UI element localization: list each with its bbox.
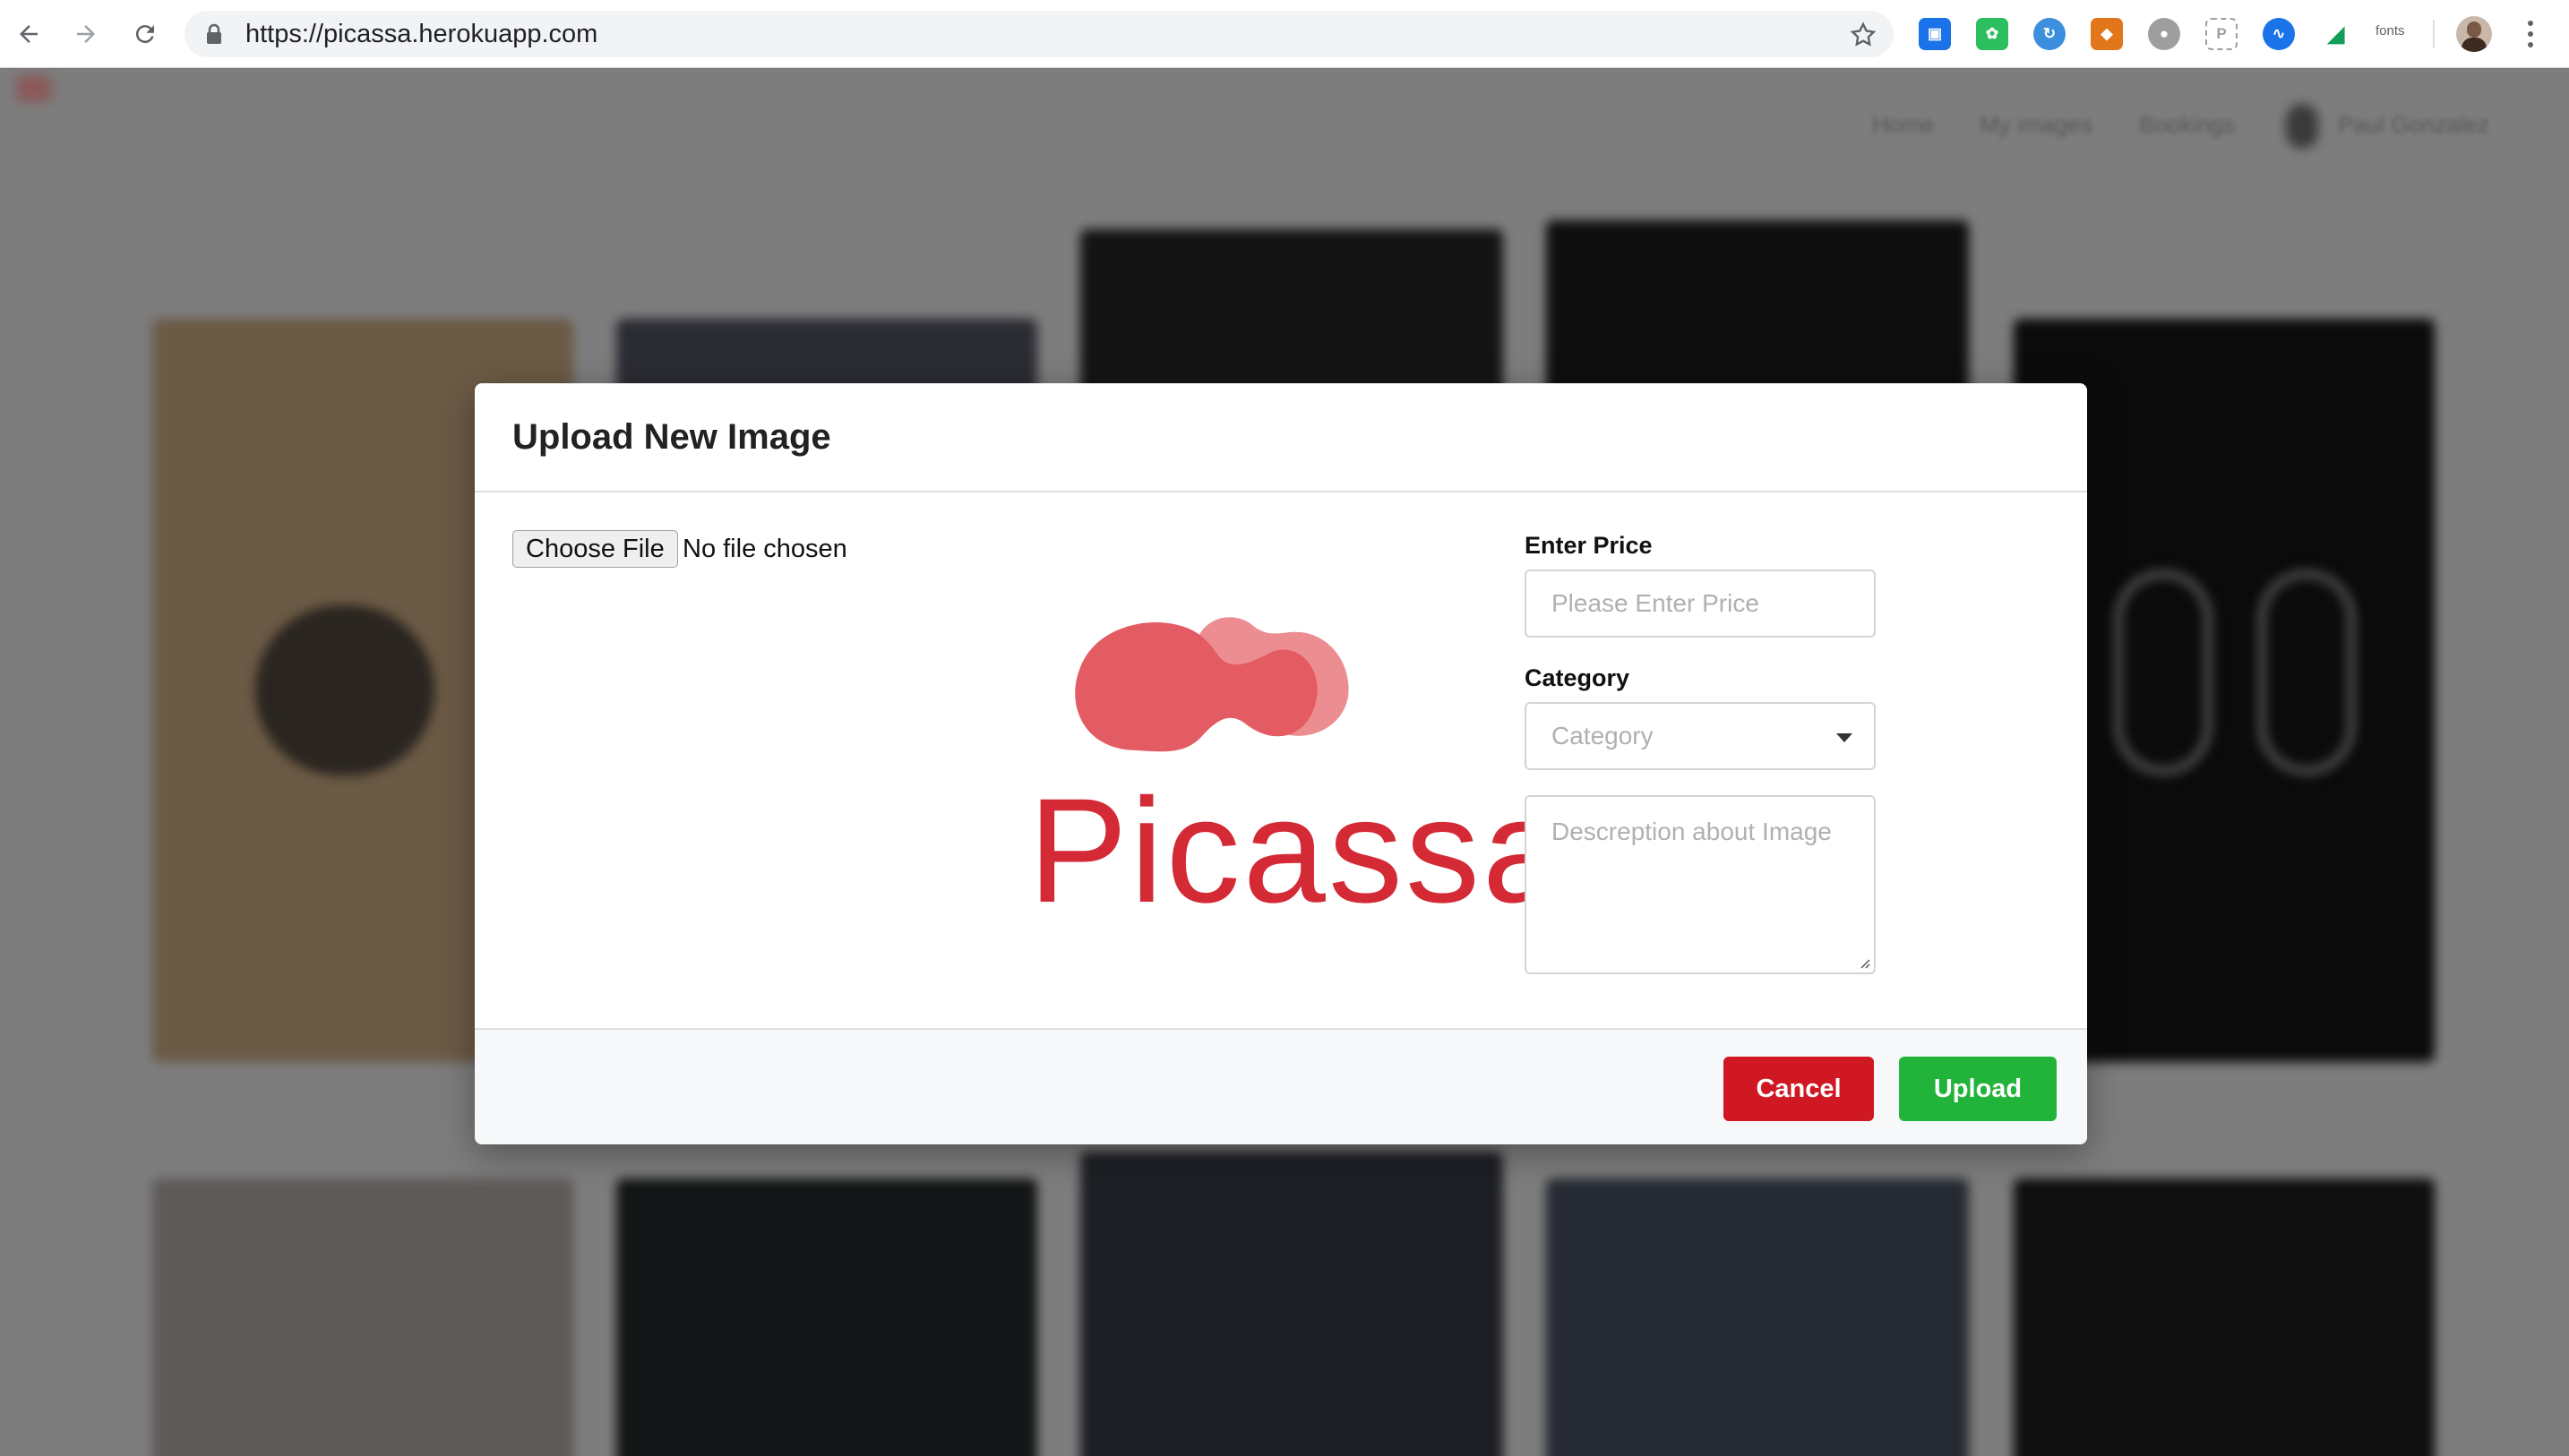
description-textarea[interactable]: Descreption about Image [1525,795,1876,974]
lock-icon [207,23,221,44]
pulse-extension-icon[interactable]: ∿ [2263,18,2295,50]
fonts-extension-label[interactable]: fonts [2376,23,2405,39]
forward-arrow-icon [77,25,95,43]
modal-footer: Cancel Upload [475,1028,2087,1144]
url-text: https://picassa.herokuapp.com [245,20,598,48]
back-button[interactable] [7,13,50,56]
gallery-image [1546,1178,1969,1456]
tab-manager-extension-icon[interactable]: ▣ [1919,18,1951,50]
choose-file-button[interactable]: Choose File [512,530,678,568]
gallery-image-detail [255,605,434,775]
bg-nav-home: Home [1872,111,1935,138]
profile-avatar[interactable] [2456,16,2492,52]
evernote-extension-icon[interactable]: ✿ [1976,18,2008,50]
site-logo [16,75,52,102]
gallery-image [1080,1152,1503,1456]
category-select[interactable]: Category [1525,702,1876,770]
category-selected-value: Category [1551,722,1654,749]
bookmark-star-icon[interactable] [1849,21,1877,49]
reload-icon [135,25,154,44]
cast-icon[interactable]: ◢ [2320,18,2352,50]
file-status-text: No file chosen [683,535,847,563]
modal-title: Upload New Image [512,417,831,457]
circle-extension-icon[interactable]: ● [2148,18,2180,50]
back-arrow-icon [20,25,38,43]
address-bar[interactable]: https://picassa.herokuapp.com [185,11,1894,57]
upload-button[interactable]: Upload [1899,1057,2057,1121]
cancel-button[interactable]: Cancel [1723,1057,1874,1121]
browser-menu-icon[interactable] [2522,18,2539,50]
category-label: Category [1525,664,1630,691]
reload-button[interactable] [124,13,167,56]
selection-extension-icon[interactable]: P [2205,18,2238,50]
modal-header: Upload New Image [475,383,2087,492]
toolbar-separator [2433,20,2435,48]
gallery-image [152,1178,573,1456]
dropdown-caret-icon [1836,733,1852,742]
forward-button[interactable] [64,13,107,56]
bg-nav-bookings: Bookings [2139,111,2235,138]
price-label: Enter Price [1525,532,1653,559]
upload-image-modal: Upload New Image Choose File No file cho… [475,383,2087,1144]
gallery-image [2014,1178,2435,1456]
description-placeholder: Descreption about Image [1551,818,1832,845]
bg-nav-user: Paul Gonzalez [2338,111,2490,138]
price-input[interactable]: Please Enter Price [1525,570,1876,638]
sync-extension-icon[interactable]: ↻ [2033,18,2066,50]
resize-grip-icon[interactable] [1858,956,1870,969]
logo-wordmark: Picassa [1028,768,1568,934]
gallery-image-detail [2257,570,2356,775]
bg-user-avatar [2286,104,2318,149]
gallery-image [616,1178,1037,1456]
bg-nav-my-images: My images [1980,111,2092,138]
metamask-extension-icon[interactable]: ◆ [2091,18,2123,50]
gallery-image-detail [2114,570,2212,775]
browser-toolbar: https://picassa.herokuapp.com ▣ ✿ ↻ ◆ ● … [0,0,2569,68]
